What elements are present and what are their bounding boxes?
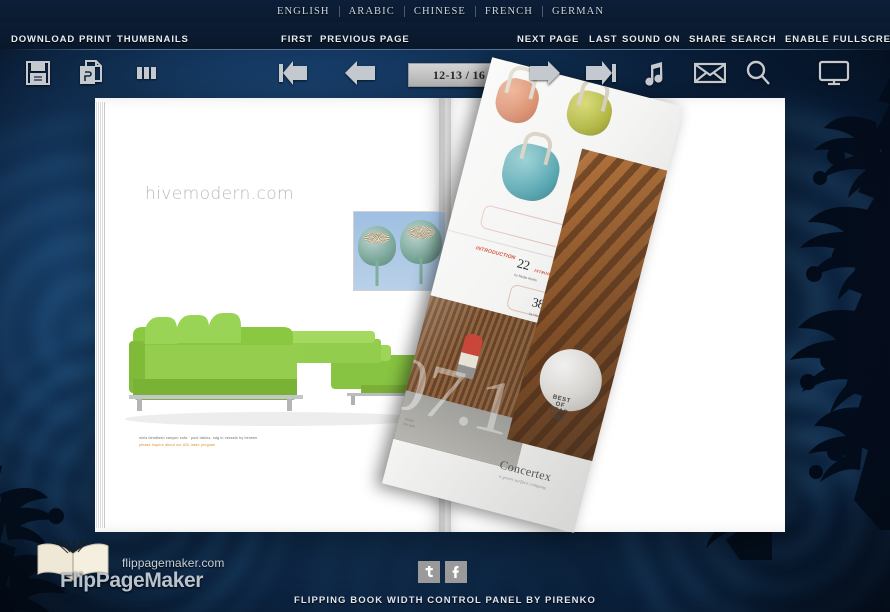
language-bar: ENGLISH ARABIC CHINESE FRENCH GERMAN xyxy=(0,0,890,22)
music-note-icon xyxy=(642,59,668,87)
label-print[interactable]: PRINT xyxy=(79,34,112,45)
next-page-button[interactable] xyxy=(522,50,568,96)
footer-credit: FLIPPING BOOK WIDTH CONTROL PANEL BY PIR… xyxy=(293,595,597,606)
language-german[interactable]: GERMAN xyxy=(543,6,613,17)
caption-line-1: niels bendtsen canyon sofa · pool tables… xyxy=(139,436,258,440)
facebook-icon xyxy=(449,565,463,579)
app-root: ENGLISH ARABIC CHINESE FRENCH GERMAN DOW… xyxy=(0,0,890,612)
next-page-icon xyxy=(528,60,562,86)
green-sectional-sofa xyxy=(115,293,445,438)
language-french[interactable]: FRENCH xyxy=(476,6,542,17)
label-thumbnails[interactable]: THUMBNAILS xyxy=(117,34,189,45)
toolbar-icons xyxy=(0,50,890,98)
thumbnails-button[interactable] xyxy=(124,50,170,96)
label-share[interactable]: SHARE xyxy=(689,34,727,45)
floppy-disk-icon xyxy=(24,59,52,87)
toolbar-labels: DOWNLOAD PRINT THUMBNAILS FIRST PREVIOUS… xyxy=(0,22,890,50)
label-first[interactable]: FIRST xyxy=(281,34,313,45)
label-download[interactable]: DOWNLOAD xyxy=(11,34,75,45)
last-page-icon xyxy=(584,60,618,86)
twitter-icon xyxy=(422,565,436,579)
caption-line-2: please inquire about our ADI trade progr… xyxy=(139,442,216,447)
twitter-button[interactable] xyxy=(418,561,440,583)
label-next-page[interactable]: NEXT PAGE xyxy=(517,34,579,45)
search-button[interactable] xyxy=(735,50,781,96)
monitor-icon xyxy=(818,59,850,87)
language-english[interactable]: ENGLISH xyxy=(277,6,339,17)
fullscreen-button[interactable] xyxy=(811,50,857,96)
label-previous-page[interactable]: PREVIOUS PAGE xyxy=(320,34,410,45)
language-arabic[interactable]: ARABIC xyxy=(340,6,404,17)
label-enable-fullscreen[interactable]: ENABLE FULLSCREEN xyxy=(785,34,890,45)
magnifier-icon xyxy=(744,59,772,87)
envelope-icon xyxy=(694,61,726,85)
page-caption: niels bendtsen canyon sofa · pool tables… xyxy=(139,436,354,448)
last-page-button[interactable] xyxy=(578,50,624,96)
page-edge xyxy=(95,102,105,528)
previous-page-icon xyxy=(343,60,377,86)
facebook-button[interactable] xyxy=(445,561,467,583)
page-brand-title: hivemodern.com xyxy=(145,184,295,204)
thumbnails-icon xyxy=(133,59,161,87)
flippagemaker-logo[interactable]: flippagemaker.com FlipPageMaker xyxy=(30,539,224,592)
first-page-button[interactable] xyxy=(271,50,317,96)
download-button[interactable] xyxy=(15,50,61,96)
logo-name: FlipPageMaker xyxy=(60,569,204,592)
social-links xyxy=(418,561,467,583)
label-last[interactable]: LAST xyxy=(589,34,617,45)
logo-domain: flippagemaker.com xyxy=(122,556,225,570)
label-sound-on[interactable]: SOUND ON xyxy=(622,34,680,45)
previous-page-button[interactable] xyxy=(337,50,383,96)
sound-button[interactable] xyxy=(632,50,678,96)
share-button[interactable] xyxy=(687,50,733,96)
poppy-pods-photo xyxy=(353,211,445,291)
label-search[interactable]: SEARCH xyxy=(731,34,777,45)
pdf-document-icon xyxy=(78,59,106,87)
first-page-icon xyxy=(277,60,311,86)
language-chinese[interactable]: CHINESE xyxy=(405,6,475,17)
print-button[interactable] xyxy=(69,50,115,96)
